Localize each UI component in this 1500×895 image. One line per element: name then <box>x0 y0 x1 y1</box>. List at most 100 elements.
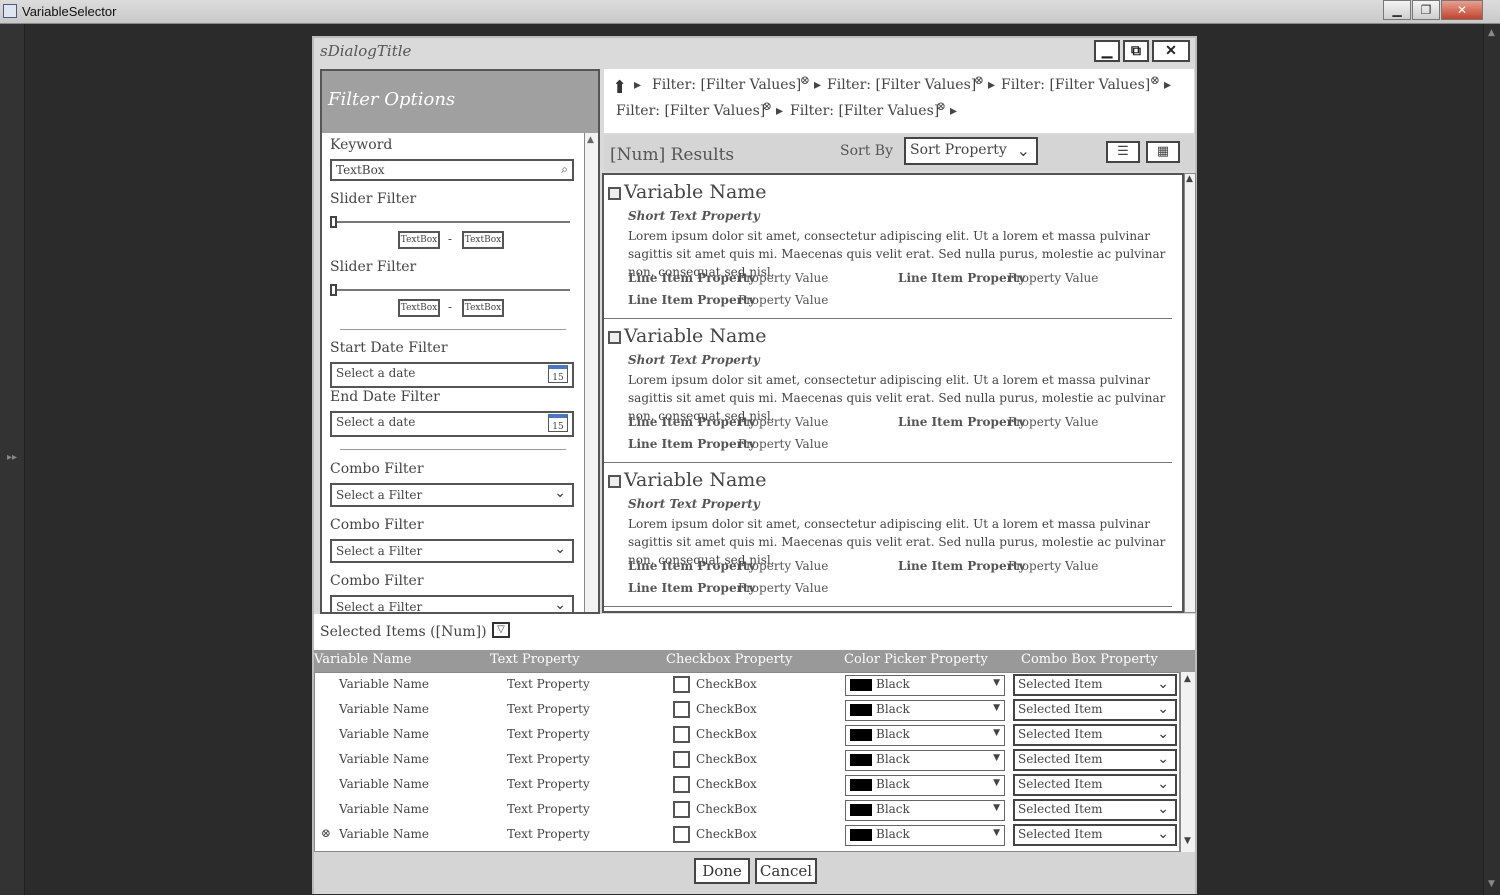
dialog-restore-button[interactable]: ⧉ <box>1123 40 1149 62</box>
breadcrumb-filter[interactable]: Filter: [Filter Values] <box>616 103 765 119</box>
result-item[interactable]: Variable Name Short Text Property Lorem … <box>604 319 1172 463</box>
breadcrumb-arrow-icon: ▸ <box>1164 77 1172 93</box>
list-view-button[interactable]: ☰ <box>1106 141 1140 163</box>
dialog-close-button[interactable]: ✕ <box>1152 40 1190 62</box>
window-minimize-button[interactable]: ▁ <box>1383 0 1411 20</box>
slider-filter-2-thumb[interactable] <box>330 284 337 296</box>
dialog-minimize-button[interactable]: ▁ <box>1094 40 1120 62</box>
combo-filter-2-select[interactable]: Select a Filter ⌄ <box>330 539 574 563</box>
cell-combo-box[interactable]: Selected Item ⌄ <box>1013 724 1177 746</box>
breadcrumb-arrow-icon: ▸ <box>814 77 822 93</box>
scroll-up-icon[interactable]: ▲ <box>587 135 594 145</box>
slider-filter-2-max-input[interactable]: TextBox <box>462 299 504 317</box>
result-item[interactable]: Variable Name Short Text Property Lorem … <box>604 463 1172 607</box>
scroll-up-icon[interactable]: ▲ <box>1488 28 1495 38</box>
app-icon <box>3 4 17 18</box>
done-button[interactable]: Done <box>694 858 750 884</box>
slider-filter-1-track[interactable] <box>330 216 570 228</box>
cell-checkbox[interactable] <box>673 701 690 718</box>
cell-checkbox[interactable] <box>673 726 690 743</box>
column-header-color-picker-property[interactable]: Color Picker Property <box>844 652 988 667</box>
cell-color-picker[interactable]: Black ▼ <box>845 775 1005 796</box>
remove-filter-icon[interactable]: ⊗ <box>974 73 984 87</box>
cell-color-picker[interactable]: Black ▼ <box>845 725 1005 746</box>
cell-combo-box[interactable]: Selected Item ⌄ <box>1013 749 1177 771</box>
breadcrumb-filter[interactable]: Filter: [Filter Values] <box>827 77 976 93</box>
scroll-up-icon[interactable]: ▲ <box>1186 174 1193 184</box>
table-row[interactable]: Variable Name Text Property CheckBox Black ▼… <box>315 723 1181 748</box>
cell-color-picker[interactable]: Black ▼ <box>845 825 1005 846</box>
cell-checkbox[interactable] <box>673 826 690 843</box>
column-header-variable-name[interactable]: Variable Name <box>314 652 412 667</box>
cell-combo-box[interactable]: Selected Item ⌄ <box>1013 799 1177 821</box>
end-date-label: End Date Filter <box>330 389 440 405</box>
filter-icon[interactable]: ▽ <box>492 622 510 638</box>
start-date-input[interactable]: Select a date 15 <box>330 362 574 388</box>
cell-color-picker[interactable]: Black ▼ <box>845 750 1005 771</box>
remove-filter-icon[interactable]: ⊗ <box>936 99 946 113</box>
filter-options-header: Filter Options <box>322 71 598 133</box>
page-scrollbar[interactable]: ▲ ▼ <box>1483 24 1500 895</box>
cancel-button[interactable]: Cancel <box>755 858 817 884</box>
cell-combo-box[interactable]: Selected Item ⌄ <box>1013 824 1177 846</box>
left-collapsed-panel[interactable]: ▸▸ <box>0 24 25 895</box>
expand-icon[interactable]: ▸▸ <box>7 452 17 463</box>
result-checkbox[interactable] <box>608 187 621 200</box>
home-icon[interactable]: ⬆ <box>612 77 627 98</box>
slider-filter-2-track[interactable] <box>330 284 570 296</box>
slider-filter-1-max-input[interactable]: TextBox <box>462 231 504 249</box>
cell-color-picker[interactable]: Black ▼ <box>845 800 1005 821</box>
scroll-down-icon[interactable]: ▼ <box>1488 879 1495 889</box>
end-date-input[interactable]: Select a date 15 <box>330 411 574 437</box>
remove-row-icon[interactable]: ⊗ <box>321 826 331 840</box>
column-header-text-property[interactable]: Text Property <box>490 652 580 667</box>
cell-combo-box[interactable]: Selected Item ⌄ <box>1013 774 1177 796</box>
cell-color-picker[interactable]: Black ▼ <box>845 675 1005 696</box>
result-item[interactable]: Variable Name Short Text Property Lorem … <box>604 175 1172 319</box>
window-close-button[interactable]: ✕ <box>1441 0 1483 20</box>
calendar-icon[interactable]: 15 <box>548 414 568 432</box>
combo-value: Selected Item <box>1018 752 1103 766</box>
result-checkbox[interactable] <box>608 331 621 344</box>
combo-filter-3-select[interactable]: Select a Filter ⌄ <box>330 595 574 612</box>
breadcrumb-filter[interactable]: Filter: [Filter Values] <box>790 103 939 119</box>
grid-view-button[interactable]: ▦ <box>1146 141 1180 163</box>
table-row[interactable]: Variable Name Text Property CheckBox Black ▼… <box>315 798 1181 823</box>
cell-checkbox[interactable] <box>673 776 690 793</box>
chevron-down-icon: ⌄ <box>1157 801 1169 817</box>
window-maximize-button[interactable]: ❐ <box>1412 0 1440 20</box>
slider-filter-1-min-input[interactable]: TextBox <box>398 231 440 249</box>
remove-filter-icon[interactable]: ⊗ <box>1150 73 1160 87</box>
table-row[interactable]: Variable Name Text Property CheckBox Black ▼… <box>315 748 1181 773</box>
slider-filter-2-min-input[interactable]: TextBox <box>398 299 440 317</box>
column-header-combo-box-property[interactable]: Combo Box Property <box>1021 652 1158 667</box>
filter-panel-scrollbar[interactable]: ▲ <box>584 133 598 612</box>
cell-combo-box[interactable]: Selected Item ⌄ <box>1013 674 1177 696</box>
breadcrumb-filter[interactable]: Filter: [Filter Values] <box>652 77 801 93</box>
sort-select[interactable]: Sort Property ⌄ <box>904 137 1038 165</box>
selected-table-scrollbar[interactable]: ▲ ▼ <box>1180 672 1195 852</box>
cell-color-picker[interactable]: Black ▼ <box>845 700 1005 721</box>
cell-combo-box[interactable]: Selected Item ⌄ <box>1013 699 1177 721</box>
cell-checkbox[interactable] <box>673 801 690 818</box>
cell-checkbox[interactable] <box>673 676 690 693</box>
result-checkbox[interactable] <box>608 475 621 488</box>
column-header-checkbox-property[interactable]: Checkbox Property <box>666 652 792 667</box>
results-scrollbar[interactable]: ▲ <box>1184 173 1196 613</box>
table-row[interactable]: Variable Name Text Property CheckBox Black ▼… <box>315 673 1181 698</box>
remove-filter-icon[interactable]: ⊗ <box>762 99 772 113</box>
selected-table-header: Variable Name Text Property Checkbox Pro… <box>314 650 1195 672</box>
remove-filter-icon[interactable]: ⊗ <box>800 73 810 87</box>
table-row[interactable]: ⊗ Variable Name Text Property CheckBox Black… <box>315 823 1181 848</box>
cell-checkbox[interactable] <box>673 751 690 768</box>
scroll-up-icon[interactable]: ▲ <box>1184 674 1191 684</box>
combo-filter-1-select[interactable]: Select a Filter ⌄ <box>330 483 574 507</box>
table-row[interactable]: Variable Name Text Property CheckBox Black ▼… <box>315 773 1181 798</box>
keyword-input[interactable]: TextBox ⌕ <box>330 159 574 181</box>
scroll-down-icon[interactable]: ▼ <box>1184 836 1191 846</box>
slider-filter-1-thumb[interactable] <box>330 216 337 228</box>
table-row[interactable]: Variable Name Text Property CheckBox Black ▼… <box>315 698 1181 723</box>
calendar-icon[interactable]: 15 <box>548 365 568 383</box>
search-icon[interactable]: ⌕ <box>561 162 568 177</box>
breadcrumb-filter[interactable]: Filter: [Filter Values] <box>1001 77 1150 93</box>
